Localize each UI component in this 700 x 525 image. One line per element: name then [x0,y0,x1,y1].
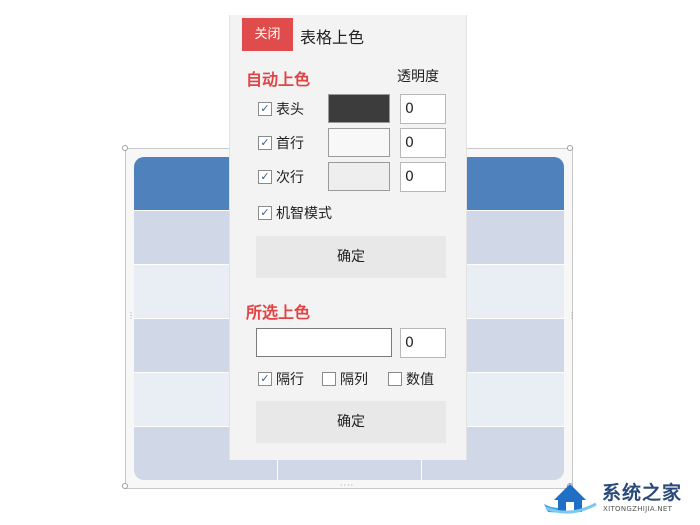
first-row-color-swatch[interactable] [328,128,390,157]
house-logo-icon [544,484,597,514]
selected-color-confirm-button[interactable]: 确定 [256,401,446,443]
resize-handle-right[interactable]: ⋮ [568,312,576,320]
selected-color-section-title: 所选上色 [246,303,311,322]
smart-mode-label: 机智模式 [276,206,332,222]
header-checkbox[interactable]: ✓ [258,102,272,116]
watermark: 系统之家 XITONGZHIJIA.NET [540,474,700,520]
numeric-label: 数值 [406,372,434,388]
first-row-option[interactable]: ✓ 首行 [258,133,304,153]
first-row-checkbox[interactable]: ✓ [258,136,272,150]
auto-color-section-title: 自动上色 [246,70,311,89]
table-color-panel: 关闭 表格上色 自动上色 透明度 ✓ 表头 ✓ 首行 ✓ 次行 ✓ 机智模式 确… [229,15,467,460]
numeric-option[interactable]: 数值 [388,369,434,389]
resize-handle-top-left[interactable] [122,145,128,151]
first-row-opacity-input[interactable] [400,128,446,158]
auto-color-confirm-button[interactable]: 确定 [256,236,446,278]
resize-handle-bottom[interactable]: ···· [340,482,354,490]
numeric-checkbox[interactable] [388,372,402,386]
smart-mode-checkbox[interactable]: ✓ [258,206,272,220]
second-row-option[interactable]: ✓ 次行 [258,167,304,187]
alternate-rows-option[interactable]: ✓ 隔行 [258,369,304,389]
first-row-label: 首行 [276,136,304,152]
header-label: 表头 [276,102,304,118]
watermark-text: 系统之家 [602,482,683,504]
alternate-columns-label: 隔列 [340,372,368,388]
selected-opacity-input[interactable] [400,328,446,358]
second-row-label: 次行 [276,170,304,186]
smart-mode-option[interactable]: ✓ 机智模式 [258,203,332,223]
alternate-columns-checkbox[interactable] [322,372,336,386]
resize-handle-bottom-left[interactable] [122,483,128,489]
opacity-heading: 透明度 [397,69,439,85]
second-row-opacity-input[interactable] [400,162,446,192]
alternate-columns-option[interactable]: 隔列 [322,369,368,389]
close-button[interactable]: 关闭 [242,18,293,51]
second-row-color-swatch[interactable] [328,162,390,191]
resize-handle-top-right[interactable] [567,145,573,151]
selected-color-swatch[interactable] [256,328,392,357]
second-row-checkbox[interactable]: ✓ [258,170,272,184]
panel-title: 表格上色 [300,28,365,47]
header-opacity-input[interactable] [400,94,446,124]
header-color-swatch[interactable] [328,94,390,123]
watermark-subtext: XITONGZHIJIA.NET [603,505,673,513]
alternate-rows-label: 隔行 [276,372,304,388]
alternate-rows-checkbox[interactable]: ✓ [258,372,272,386]
header-row-option[interactable]: ✓ 表头 [258,99,304,119]
